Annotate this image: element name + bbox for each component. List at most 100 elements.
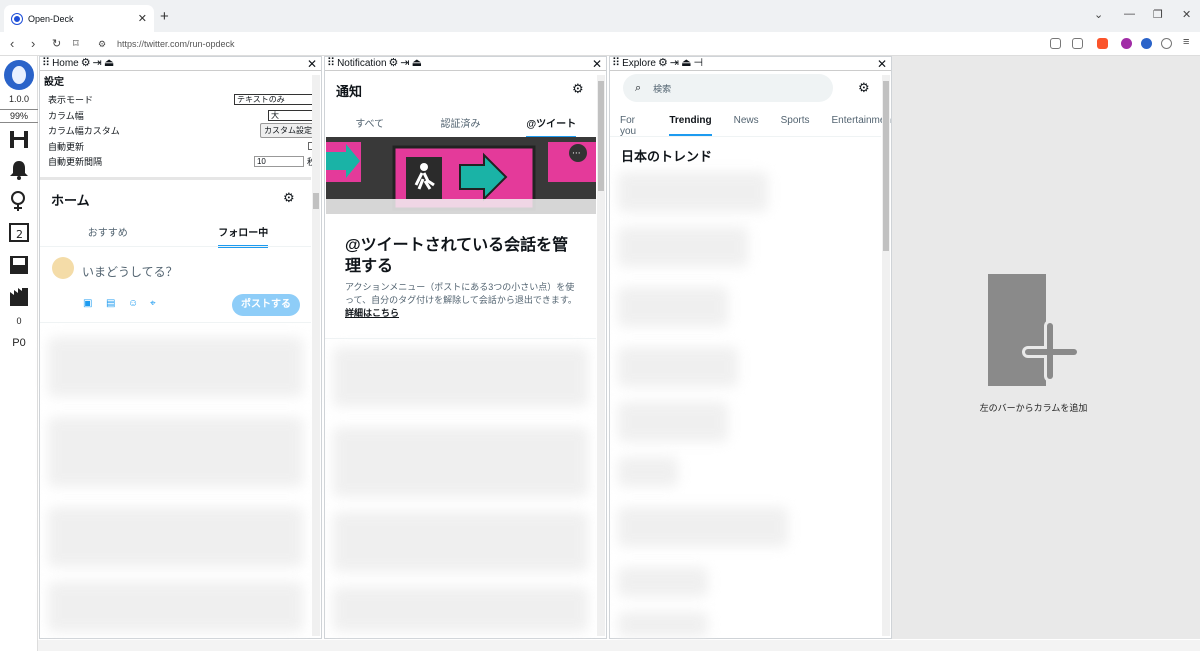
forward-icon[interactable]: › bbox=[31, 36, 35, 51]
upload-icon[interactable]: ⏏ bbox=[104, 58, 114, 69]
tab-favicon-icon bbox=[12, 13, 22, 24]
compose-input[interactable]: いまどうしてる？ bbox=[82, 263, 178, 280]
tab-all[interactable]: すべて bbox=[325, 115, 414, 130]
settings-icon[interactable]: ⚙ bbox=[81, 58, 91, 69]
gear-icon[interactable]: ⚙ bbox=[572, 81, 584, 97]
close-column-icon[interactable]: ✕ bbox=[877, 57, 887, 71]
browser-tab[interactable]: Open-Deck ✕ bbox=[4, 5, 154, 32]
count-label: 0 bbox=[16, 316, 22, 326]
extensions-puzzle-icon[interactable] bbox=[1161, 38, 1172, 49]
post-button[interactable]: ポストする bbox=[232, 294, 300, 316]
cast-icon[interactable] bbox=[1050, 38, 1061, 49]
search-placeholder: 検索 bbox=[653, 83, 672, 94]
close-window-icon[interactable]: ✕ bbox=[1182, 8, 1191, 21]
blurred-post bbox=[333, 427, 588, 497]
browser-tabbar: Open-Deck ✕ + ⌄ — ❐ ✕ bbox=[0, 0, 1200, 32]
blurred-trend bbox=[618, 507, 788, 547]
share-icon[interactable] bbox=[1072, 38, 1083, 49]
blurred-post bbox=[48, 337, 303, 397]
opendeck-logo-icon[interactable] bbox=[4, 60, 34, 90]
interval-input[interactable]: 10 bbox=[253, 156, 304, 168]
reload-icon[interactable]: ↻ bbox=[52, 37, 61, 50]
new-tab-icon[interactable]: + bbox=[160, 8, 169, 25]
tab-recommended[interactable]: おすすめ bbox=[40, 224, 176, 239]
scrollbar[interactable] bbox=[597, 75, 605, 636]
upload-icon[interactable]: ⏏ bbox=[681, 58, 691, 69]
gear-icon[interactable]: ⚙ bbox=[858, 80, 870, 96]
restore-icon[interactable]: ❐ bbox=[1153, 8, 1163, 21]
emoji-icon[interactable]: ☺ bbox=[128, 298, 138, 309]
settings-icon[interactable]: ⚙ bbox=[658, 58, 668, 69]
scrollbar[interactable] bbox=[882, 75, 890, 636]
bell-icon[interactable] bbox=[8, 159, 30, 181]
promo-body-text: アクションメニュー（ポストにある3つの小さい点）を使って、自分のタグ付けを解除し… bbox=[345, 282, 577, 305]
location-icon[interactable]: ⌖ bbox=[150, 298, 156, 309]
promo-body: アクションメニュー（ポストにある3つの小さい点）を使って、自分のタグ付けを解除し… bbox=[345, 281, 579, 320]
tab-verified[interactable]: 認証済み bbox=[414, 115, 506, 130]
learn-more-link[interactable]: 詳細はこちら bbox=[345, 308, 399, 318]
blurred-trend bbox=[618, 567, 708, 597]
media-icon[interactable]: ▣ bbox=[83, 298, 92, 309]
tab-mentions[interactable]: @ツイート bbox=[526, 119, 577, 139]
column-header: ⠿ Explore ⚙ ⇥ ⏏ ⊣ ✕ bbox=[610, 57, 891, 71]
gear-icon[interactable]: ⚙ bbox=[283, 190, 295, 206]
blurred-trend bbox=[618, 287, 728, 327]
column-header: ⠿ Home ⚙ ⇥ ⏏ ✕ bbox=[40, 57, 321, 71]
drag-handle-icon[interactable]: ⠿ bbox=[612, 58, 620, 69]
settings-title: 設定 bbox=[44, 77, 64, 88]
menu-icon[interactable]: ≡ bbox=[1183, 36, 1189, 48]
gif-icon[interactable]: ▤ bbox=[106, 298, 115, 309]
add-column-label: 左のバーからカラムを追加 bbox=[979, 403, 1088, 413]
drag-handle-icon[interactable]: ⠿ bbox=[42, 58, 50, 69]
extension-icon[interactable] bbox=[1121, 38, 1132, 49]
close-column-icon[interactable]: ✕ bbox=[307, 57, 317, 71]
horizontal-scrollbar[interactable] bbox=[38, 640, 1200, 651]
back-icon[interactable]: ‹ bbox=[10, 36, 14, 51]
pin-icon[interactable]: ⊣ bbox=[693, 58, 703, 69]
home-column-icon[interactable] bbox=[8, 128, 30, 150]
site-info-icon[interactable]: ⚙ bbox=[98, 39, 106, 50]
tab-news[interactable]: News bbox=[734, 115, 759, 137]
factory-icon[interactable] bbox=[8, 286, 30, 308]
tab-for-you[interactable]: For you bbox=[620, 115, 647, 137]
save-icon[interactable] bbox=[8, 254, 30, 276]
move-right-icon[interactable]: ⇥ bbox=[93, 58, 102, 69]
tab-search-chevron-icon[interactable]: ⌄ bbox=[1094, 8, 1103, 21]
column-title: Explore bbox=[622, 58, 656, 69]
svg-text:···: ··· bbox=[572, 149, 581, 159]
settings-icon[interactable]: ⚙ bbox=[389, 58, 399, 69]
move-right-icon[interactable]: ⇥ bbox=[400, 58, 409, 69]
page-title: ホーム bbox=[51, 193, 90, 208]
bookmark-icon[interactable]: ⌑ bbox=[73, 37, 79, 50]
deck-sidebar: 1.0.0 99% 2 0 P0 bbox=[0, 56, 38, 651]
blurred-post bbox=[333, 347, 588, 407]
drag-handle-icon[interactable]: ⠿ bbox=[327, 58, 335, 69]
display-mode-select[interactable]: テキストのみ bbox=[234, 94, 316, 106]
page-title: 通知 bbox=[336, 84, 363, 99]
tab-title: Open-Deck bbox=[28, 13, 74, 24]
explore-search-icon[interactable] bbox=[8, 190, 30, 212]
url-field[interactable]: https://twitter.com/run-opdeck bbox=[117, 39, 235, 49]
tab-trending[interactable]: Trending bbox=[669, 115, 712, 137]
version-label: 1.0.0 bbox=[8, 94, 30, 104]
brave-shield-icon[interactable] bbox=[1097, 38, 1108, 49]
add-column-icon[interactable] bbox=[988, 274, 1084, 386]
tab-sports[interactable]: Sports bbox=[781, 115, 810, 137]
upload-icon[interactable]: ⏏ bbox=[412, 58, 422, 69]
custom-width-button[interactable]: カスタム設定 bbox=[260, 123, 316, 139]
move-right-icon[interactable]: ⇥ bbox=[670, 58, 679, 69]
close-column-icon[interactable]: ✕ bbox=[592, 57, 602, 71]
promo-image: ··· bbox=[326, 137, 596, 214]
width-select[interactable]: 大 bbox=[268, 109, 316, 121]
search-input[interactable]: ⌕ 検索 bbox=[623, 74, 833, 102]
column-header: ⠿ Notification ⚙ ⇥ ⏏ ✕ bbox=[325, 57, 606, 71]
opendeck-extension-icon[interactable] bbox=[1141, 38, 1152, 49]
list-column-icon[interactable]: 2 bbox=[8, 221, 30, 243]
tab-following[interactable]: フォロー中 bbox=[218, 228, 269, 248]
minimize-icon[interactable]: — bbox=[1124, 8, 1135, 20]
close-tab-icon[interactable]: ✕ bbox=[138, 12, 147, 25]
avatar[interactable] bbox=[52, 257, 74, 279]
add-column-area[interactable]: 左のバーからカラムを追加 bbox=[892, 56, 1200, 639]
zoom-label[interactable]: 99% bbox=[0, 109, 38, 123]
scrollbar[interactable] bbox=[312, 75, 320, 636]
